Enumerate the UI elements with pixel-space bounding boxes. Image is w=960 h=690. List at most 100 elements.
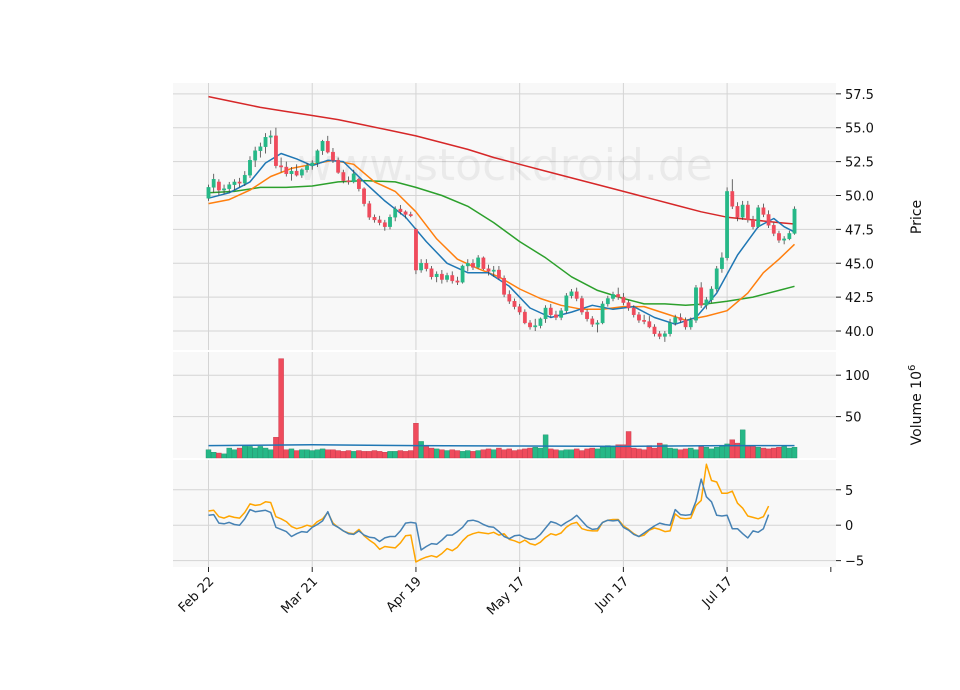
- volume-bar: [475, 450, 481, 459]
- date-tick-label: Jun 17: [592, 574, 632, 614]
- date-tick-label: Mar 21: [278, 574, 321, 617]
- candle-down: [626, 302, 631, 309]
- candle-up: [569, 291, 574, 296]
- candle-up: [253, 150, 258, 161]
- volume-bar: [677, 449, 684, 459]
- candle-down: [341, 172, 346, 181]
- volume-bar: [335, 450, 341, 459]
- candle-down: [574, 291, 579, 299]
- candle-down: [331, 151, 335, 161]
- candle-down: [274, 135, 278, 166]
- candle-down: [777, 233, 781, 241]
- volume-panel-tick-label: 50: [845, 411, 862, 426]
- volume-bar: [345, 450, 352, 459]
- volume-bar: [491, 449, 497, 459]
- candle-up: [206, 187, 211, 199]
- volume-bar: [319, 448, 326, 459]
- volume-bar: [283, 449, 289, 459]
- candle-up: [305, 165, 309, 170]
- price-panel-tick-label: 57.5: [845, 88, 874, 103]
- candle-down: [590, 318, 595, 325]
- price-axis: 57.5 55.0 52.5 50.0 47.5 45.0 42.5 40.0: [836, 88, 874, 340]
- price-panel-tick-label: 40.0: [845, 325, 874, 340]
- volume-bar: [729, 439, 735, 459]
- volume-bar: [356, 450, 362, 459]
- candle-up: [299, 169, 304, 176]
- candle-down: [414, 229, 418, 271]
- volume-bar: [599, 447, 606, 459]
- date-tick-label: May 17: [484, 574, 528, 618]
- volume-bar: [589, 447, 595, 459]
- candle-up: [476, 257, 481, 268]
- candle-down: [367, 203, 372, 218]
- candle-down: [408, 214, 413, 217]
- candle-down: [517, 306, 522, 313]
- price-panel-tick-label: 55.0: [845, 122, 874, 137]
- candle-down: [382, 222, 387, 227]
- volume-bar: [760, 447, 767, 459]
- candle-up: [248, 160, 252, 176]
- candle-down: [346, 180, 351, 183]
- volume-bar: [247, 446, 253, 459]
- candle-up: [704, 299, 709, 306]
- volume-bar: [428, 447, 435, 459]
- candle-down: [502, 277, 507, 295]
- volume-bar: [791, 447, 798, 459]
- candle-up: [605, 298, 610, 305]
- candle-up: [538, 318, 543, 326]
- candle-up: [564, 295, 569, 311]
- candle-up: [668, 322, 672, 334]
- volume-bar: [205, 449, 212, 459]
- candle-down: [766, 214, 771, 226]
- volume-bar: [262, 447, 269, 459]
- volume-bar: [750, 445, 756, 459]
- volume-bar: [465, 450, 471, 459]
- volume-bar: [714, 447, 720, 459]
- volume-bar: [392, 451, 398, 459]
- candle-up: [320, 141, 325, 151]
- volume-bar: [449, 449, 455, 459]
- candle-up: [792, 208, 797, 234]
- candle-up: [263, 137, 268, 147]
- date-axis: Feb 22 Mar 21 Apr 19 May 17 Jun 17 Jul 17: [176, 567, 832, 618]
- oscillator-panel: 5 0 −5: [173, 460, 864, 570]
- volume-bar: [786, 447, 793, 459]
- volume-axis-label-exponent: 6: [907, 365, 918, 371]
- candle-up: [600, 303, 605, 324]
- candle-up: [559, 310, 564, 318]
- candle-down: [237, 181, 242, 184]
- volume-bar: [226, 447, 232, 459]
- volume-bar: [745, 446, 751, 459]
- candle-down: [621, 296, 626, 303]
- candle-up: [232, 181, 237, 185]
- candle-down: [730, 191, 735, 207]
- volume-bar: [293, 450, 300, 459]
- volume-bar: [527, 447, 533, 459]
- candle-down: [325, 141, 330, 153]
- volume-bar: [579, 450, 585, 459]
- volume-bar: [605, 445, 611, 459]
- candle-up: [543, 307, 548, 320]
- candle-up: [289, 170, 294, 175]
- stock-chart: www.stockdroid.de 57.555.052.550.047.545…: [173, 83, 925, 618]
- candle-down: [439, 273, 444, 280]
- volume-axis-label-text: Volume 10: [909, 371, 925, 445]
- volume-bar: [433, 448, 440, 459]
- osc-panel-tick-label: −5: [845, 555, 864, 570]
- volume-bar: [376, 451, 383, 459]
- volume-bar: [563, 449, 570, 459]
- date-tick-label: Apr 19: [384, 574, 425, 615]
- volume-panel-bg: [173, 352, 836, 458]
- volume-bar: [252, 447, 258, 459]
- candle-down: [284, 166, 289, 175]
- candle-down: [450, 275, 455, 282]
- volume-bar: [257, 446, 264, 459]
- candle-up: [688, 319, 693, 328]
- candle-down: [279, 165, 284, 168]
- volume-bar: [532, 447, 538, 459]
- volume-bar: [330, 449, 336, 459]
- volume-bar: [739, 429, 746, 459]
- volume-bar: [548, 448, 554, 459]
- candle-up: [787, 233, 792, 240]
- volume-bar: [402, 451, 409, 459]
